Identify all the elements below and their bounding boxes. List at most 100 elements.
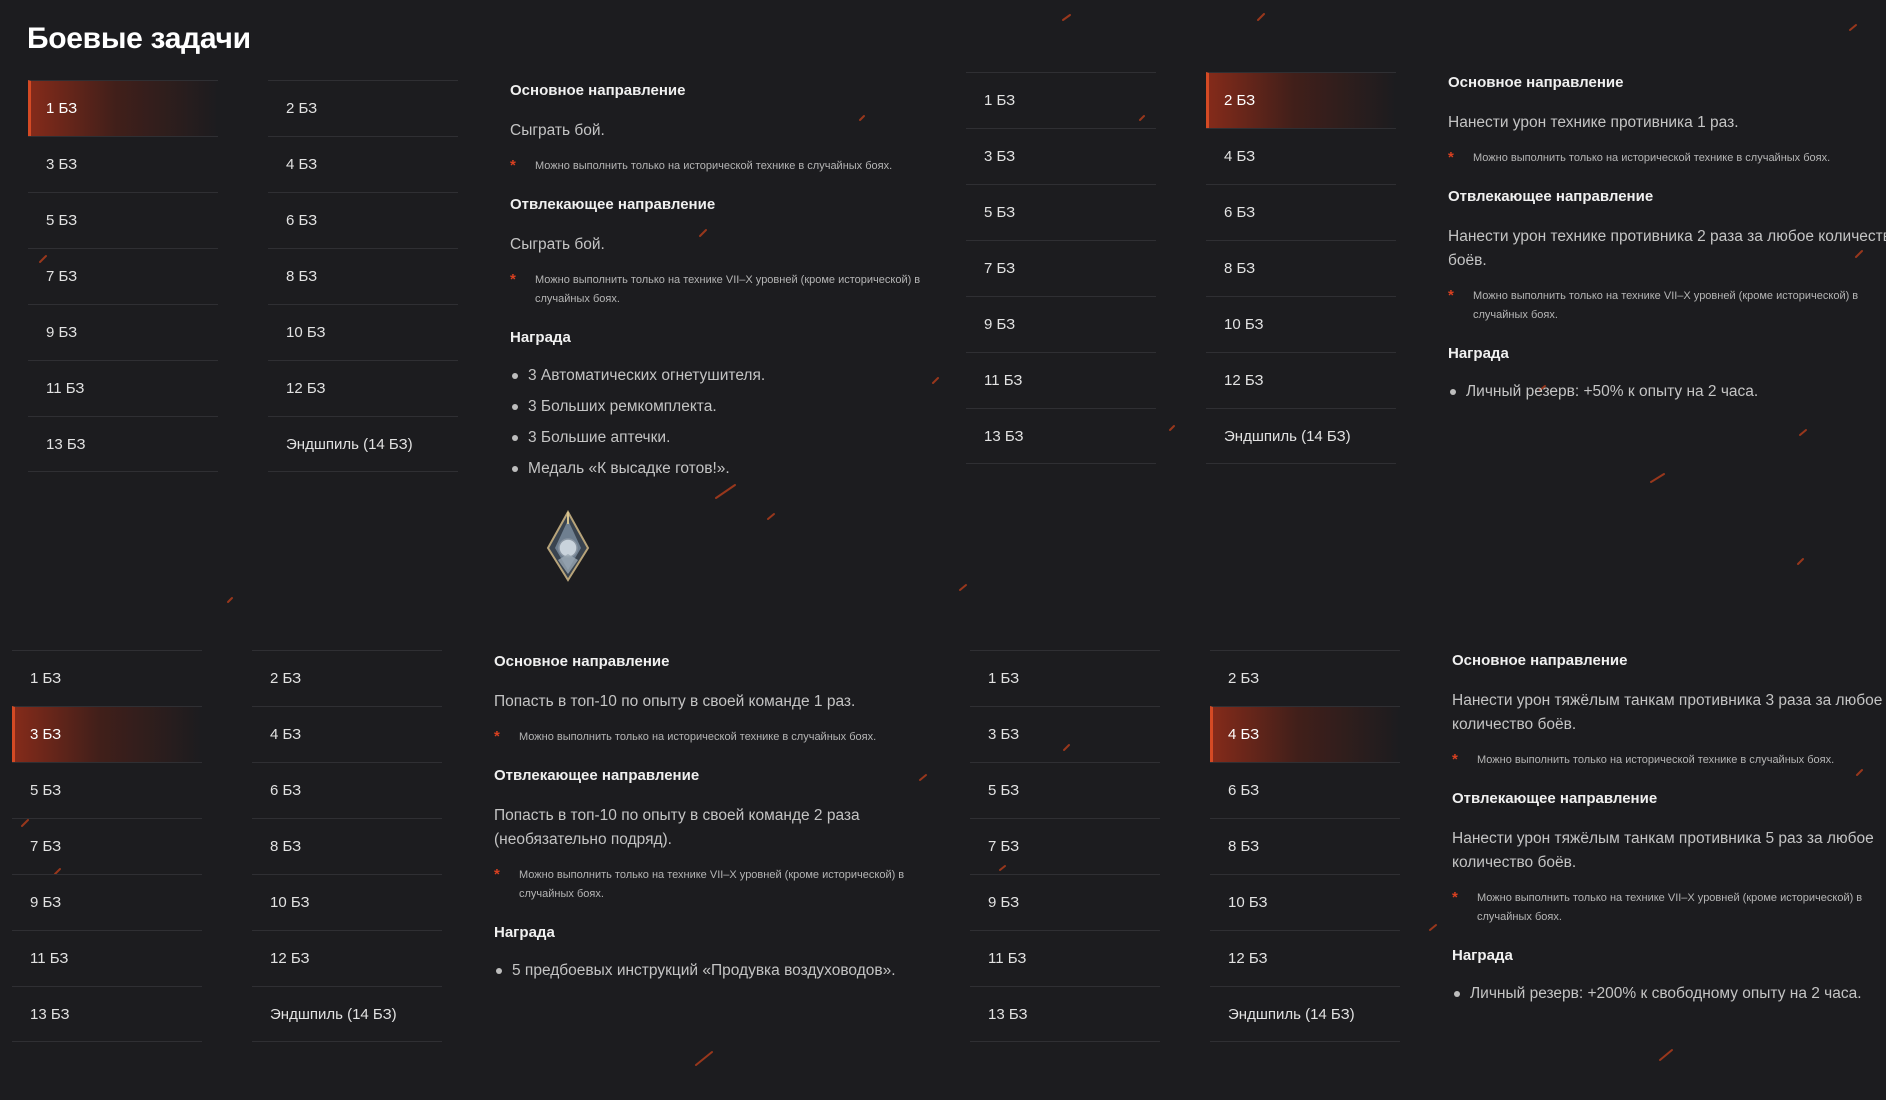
tab-mission-11[interactable]: 11 БЗ xyxy=(966,352,1156,408)
tab-mission-11[interactable]: 11 БЗ xyxy=(12,930,202,986)
tab-mission-13[interactable]: 13 БЗ xyxy=(12,986,202,1042)
note-text: Можно выполнить только на технике VII–X … xyxy=(1473,290,1859,321)
main-direction-heading: Основное направление xyxy=(494,653,670,670)
reward-item: 3 Автоматических огнетушителя. xyxy=(510,366,965,386)
tab-mission-8[interactable]: 8 БЗ xyxy=(268,248,458,304)
reward-list: 3 Автоматических огнетушителя. 3 Больших… xyxy=(510,366,965,479)
tab-mission-10[interactable]: 10 БЗ xyxy=(252,874,442,930)
tab-mission-7[interactable]: 7 БЗ xyxy=(12,818,202,874)
reward-text: 5 предбоевых инструкций «Продувка воздух… xyxy=(512,962,896,979)
main-direction-note: * Можно выполнить только на исторической … xyxy=(510,157,965,176)
alt-direction-text: Сыграть бой. xyxy=(510,236,605,253)
tab-mission-6[interactable]: 6 БЗ xyxy=(252,762,442,818)
main-direction-text: Нанести урон тяжёлым танкам противника 3… xyxy=(1452,692,1883,733)
tab-mission-2[interactable]: 2 БЗ xyxy=(1210,650,1400,706)
reward-list: 5 предбоевых инструкций «Продувка воздух… xyxy=(494,961,949,981)
tab-mission-2[interactable]: 2 БЗ xyxy=(268,80,458,136)
alt-direction-heading: Отвлекающее направление xyxy=(1448,188,1654,205)
tab-mission-7[interactable]: 7 БЗ xyxy=(970,818,1160,874)
tab-mission-8[interactable]: 8 БЗ xyxy=(1210,818,1400,874)
tab-mission-3[interactable]: 3 БЗ xyxy=(12,706,202,762)
mission-details: Основное направление Нанести урон техник… xyxy=(1448,74,1886,413)
alt-direction-heading: Отвлекающее направление xyxy=(1452,790,1658,807)
reward-text: Медаль «К высадке готов!». xyxy=(528,460,730,477)
tab-mission-6[interactable]: 6 БЗ xyxy=(1210,762,1400,818)
note-text: Можно выполнить только на исторической т… xyxy=(1473,152,1831,164)
tab-mission-2[interactable]: 2 БЗ xyxy=(1206,72,1396,128)
bullet-icon xyxy=(512,373,518,379)
alt-direction-text: Нанести урон технике противника 2 раза з… xyxy=(1448,228,1886,269)
tab-mission-10[interactable]: 10 БЗ xyxy=(268,304,458,360)
tab-mission-9[interactable]: 9 БЗ xyxy=(28,304,218,360)
tab-mission-3[interactable]: 3 БЗ xyxy=(970,706,1160,762)
main-direction-heading: Основное направление xyxy=(1448,74,1624,91)
mission-panel-4: 1 БЗ 2 БЗ 3 БЗ 4 БЗ 5 БЗ 6 БЗ 7 БЗ 8 БЗ … xyxy=(970,650,1886,1100)
tab-mission-12[interactable]: 12 БЗ xyxy=(1210,930,1400,986)
reward-heading: Награда xyxy=(1452,947,1513,964)
tab-mission-6[interactable]: 6 БЗ xyxy=(1206,184,1396,240)
bullet-icon xyxy=(496,968,502,974)
tab-mission-11[interactable]: 11 БЗ xyxy=(28,360,218,416)
tab-mission-13[interactable]: 13 БЗ xyxy=(28,416,218,472)
alt-direction-note: * Можно выполнить только на технике VII–X… xyxy=(510,271,965,309)
asterisk-icon: * xyxy=(1452,889,1458,906)
tab-mission-9[interactable]: 9 БЗ xyxy=(970,874,1160,930)
tab-mission-10[interactable]: 10 БЗ xyxy=(1210,874,1400,930)
note-text: Можно выполнить только на исторической т… xyxy=(1477,754,1835,766)
bullet-icon xyxy=(1450,389,1456,395)
tab-mission-3[interactable]: 3 БЗ xyxy=(28,136,218,192)
tab-mission-5[interactable]: 5 БЗ xyxy=(28,192,218,248)
reward-item: Личный резерв: +200% к свободному опыту … xyxy=(1452,984,1886,1004)
medal-icon xyxy=(546,509,590,582)
reward-text: 3 Автоматических огнетушителя. xyxy=(528,367,766,384)
reward-list: Личный резерв: +50% к опыту на 2 часа. xyxy=(1448,382,1886,402)
tab-mission-9[interactable]: 9 БЗ xyxy=(12,874,202,930)
alt-direction-text: Нанести урон тяжёлым танкам противника 5… xyxy=(1452,830,1874,871)
tab-mission-11[interactable]: 11 БЗ xyxy=(970,930,1160,986)
tab-mission-12[interactable]: 12 БЗ xyxy=(252,930,442,986)
mission-tabs: 1 БЗ 2 БЗ 3 БЗ 4 БЗ 5 БЗ 6 БЗ 7 БЗ 8 БЗ … xyxy=(28,80,458,472)
tab-mission-endgame[interactable]: Эндшпиль (14 БЗ) xyxy=(252,986,442,1042)
tab-mission-8[interactable]: 8 БЗ xyxy=(1206,240,1396,296)
tab-mission-6[interactable]: 6 БЗ xyxy=(268,192,458,248)
tab-mission-9[interactable]: 9 БЗ xyxy=(966,296,1156,352)
tab-mission-5[interactable]: 5 БЗ xyxy=(966,184,1156,240)
tab-mission-4[interactable]: 4 БЗ xyxy=(1206,128,1396,184)
mission-tabs: 1 БЗ 2 БЗ 3 БЗ 4 БЗ 5 БЗ 6 БЗ 7 БЗ 8 БЗ … xyxy=(12,650,442,1042)
tab-mission-1[interactable]: 1 БЗ xyxy=(970,650,1160,706)
tab-mission-13[interactable]: 13 БЗ xyxy=(966,408,1156,464)
tab-mission-10[interactable]: 10 БЗ xyxy=(1206,296,1396,352)
main-direction-text: Сыграть бой. xyxy=(510,122,605,139)
tab-mission-2[interactable]: 2 БЗ xyxy=(252,650,442,706)
reward-heading: Награда xyxy=(494,924,555,941)
main-direction-note: * Можно выполнить только на исторической … xyxy=(494,728,949,747)
bullet-icon xyxy=(512,466,518,472)
asterisk-icon: * xyxy=(1452,751,1458,768)
tab-mission-7[interactable]: 7 БЗ xyxy=(28,248,218,304)
mission-panel-2: 1 БЗ 2 БЗ 3 БЗ 4 БЗ 5 БЗ 6 БЗ 7 БЗ 8 БЗ … xyxy=(966,72,1886,522)
tab-mission-1[interactable]: 1 БЗ xyxy=(28,80,218,136)
reward-text: Личный резерв: +200% к свободному опыту … xyxy=(1470,985,1862,1002)
tab-mission-13[interactable]: 13 БЗ xyxy=(970,986,1160,1042)
tab-mission-1[interactable]: 1 БЗ xyxy=(12,650,202,706)
tab-mission-4[interactable]: 4 БЗ xyxy=(1210,706,1400,762)
reward-item: 3 Больших ремкомплекта. xyxy=(510,397,965,417)
alt-direction-note: * Можно выполнить только на технике VII–X… xyxy=(494,866,949,904)
tab-mission-3[interactable]: 3 БЗ xyxy=(966,128,1156,184)
tab-mission-8[interactable]: 8 БЗ xyxy=(252,818,442,874)
tab-mission-5[interactable]: 5 БЗ xyxy=(970,762,1160,818)
tab-mission-12[interactable]: 12 БЗ xyxy=(1206,352,1396,408)
tab-mission-5[interactable]: 5 БЗ xyxy=(12,762,202,818)
alt-direction-heading: Отвлекающее направление xyxy=(510,196,716,213)
bullet-icon xyxy=(512,404,518,410)
tab-mission-4[interactable]: 4 БЗ xyxy=(252,706,442,762)
tab-mission-4[interactable]: 4 БЗ xyxy=(268,136,458,192)
tab-mission-1[interactable]: 1 БЗ xyxy=(966,72,1156,128)
tab-mission-endgame[interactable]: Эндшпиль (14 БЗ) xyxy=(1210,986,1400,1042)
reward-list: Личный резерв: +200% к свободному опыту … xyxy=(1452,984,1886,1004)
tab-mission-12[interactable]: 12 БЗ xyxy=(268,360,458,416)
tab-mission-endgame[interactable]: Эндшпиль (14 БЗ) xyxy=(1206,408,1396,464)
tab-mission-7[interactable]: 7 БЗ xyxy=(966,240,1156,296)
asterisk-icon: * xyxy=(1448,287,1454,304)
tab-mission-endgame[interactable]: Эндшпиль (14 БЗ) xyxy=(268,416,458,472)
